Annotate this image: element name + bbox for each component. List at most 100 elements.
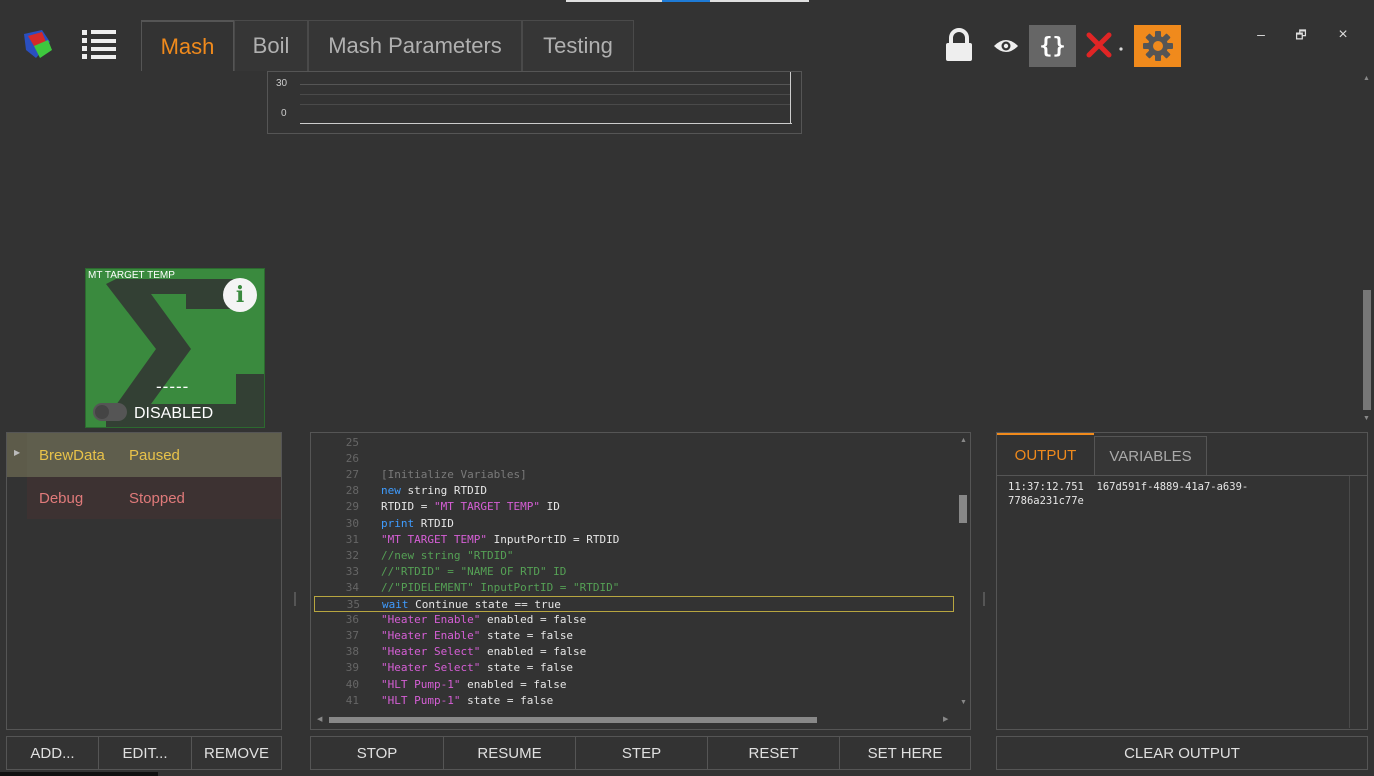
enable-toggle[interactable]	[93, 403, 127, 421]
mt-target-temp-block[interactable]: MT TARGET TEMP i ----- DISABLED	[85, 268, 265, 428]
code-token: "Heater Select"	[381, 661, 481, 675]
code-token: "MT TARGET TEMP"	[433, 500, 540, 514]
output-line: 11:37:12.751 167d591f-4889-41a7-a639-	[1008, 481, 1249, 493]
line-code: //"RTDID" = "NAME OF RTD" ID	[381, 564, 566, 580]
output-line: 7786a231c77e	[1008, 495, 1084, 507]
graph-right-axis	[790, 72, 791, 124]
line-number: 28	[345, 484, 359, 498]
line-number: 25	[345, 436, 359, 449]
app-logo-icon	[22, 28, 56, 62]
canvas-scrollbar[interactable]: ▲ ▼	[1360, 71, 1374, 429]
code-line[interactable]: 39 "Heater Select" state = false	[311, 660, 954, 676]
editor-hscrollbar-thumb[interactable]	[329, 717, 817, 723]
set-here-button[interactable]: SET HERE	[839, 736, 971, 770]
line-number: 34	[345, 580, 359, 594]
code-line[interactable]: 29 RTDID = "MT TARGET TEMP" ID	[311, 499, 954, 515]
editor-hscrollbar[interactable]: ◀ ▶	[311, 713, 956, 727]
clear-output-button[interactable]: CLEAR OUTPUT	[996, 736, 1368, 770]
code-line[interactable]: 26	[311, 451, 954, 467]
line-code: RTDID = "MT TARGET TEMP" ID	[381, 499, 560, 515]
menu-list-icon[interactable]	[82, 28, 116, 60]
window-minimize-button[interactable]: –	[1249, 26, 1273, 42]
temperature-graph: 30 0	[267, 71, 802, 134]
line-number: 40	[345, 677, 359, 691]
editor-vscrollbar[interactable]: ▲ ▼	[956, 433, 970, 711]
code-line[interactable]: 40 "HLT Pump-1" enabled = false	[311, 677, 954, 693]
lock-icon[interactable]	[944, 28, 974, 62]
add-button[interactable]: ADD...	[6, 736, 99, 770]
code-line[interactable]: 28 new string RTDID	[311, 483, 954, 499]
step-button[interactable]: STEP	[575, 736, 708, 770]
code-token: //"RTDID" = "NAME OF RTD" ID	[381, 564, 567, 578]
code-token: InputPortID = RTDID	[486, 532, 620, 546]
eye-icon[interactable]	[992, 36, 1020, 56]
window-restore-button[interactable]: 🗗	[1289, 26, 1313, 47]
tab-output[interactable]: OUTPUT	[997, 433, 1094, 475]
code-line[interactable]: 33 //"RTDID" = "NAME OF RTD" ID	[311, 564, 954, 580]
tab-testing[interactable]: Testing	[522, 20, 634, 71]
output-text-area[interactable]: 11:37:12.751 167d591f-4889-41a7-a639- 77…	[997, 475, 1367, 729]
tab-variables[interactable]: VARIABLES	[1094, 436, 1207, 475]
line-number: 35	[346, 598, 360, 611]
splitter-handle[interactable]	[294, 592, 296, 606]
session-state: Stopped	[129, 490, 185, 507]
tab-mash[interactable]: Mash	[141, 20, 234, 71]
line-code: "Heater Enable" enabled = false	[381, 612, 586, 628]
scroll-up-icon: ▲	[960, 437, 967, 444]
line-number: 29	[345, 500, 359, 514]
chevron-down-icon[interactable]	[1117, 40, 1125, 51]
line-code: [Initialize Variables]	[381, 467, 527, 483]
graph-y-tick: 30	[276, 78, 288, 89]
block-value: -----	[156, 377, 190, 396]
code-token: state = false	[480, 661, 574, 675]
graph-gridline	[300, 94, 790, 95]
remove-button[interactable]: REMOVE	[191, 736, 282, 770]
canvas-scrollbar-thumb[interactable]	[1363, 290, 1371, 410]
taskbar-fragment	[0, 772, 158, 776]
settings-button[interactable]	[1134, 25, 1181, 67]
info-icon[interactable]: i	[223, 278, 257, 312]
code-line[interactable]: 25	[311, 435, 954, 451]
code-line[interactable]: 30 print RTDID	[311, 516, 954, 532]
output-vscrollbar[interactable]	[1349, 476, 1350, 728]
tab-mash-parameters[interactable]: Mash Parameters	[308, 20, 522, 71]
line-number: 38	[345, 645, 359, 659]
script-braces-button[interactable]: {}	[1029, 25, 1076, 67]
window-close-button[interactable]: ×	[1331, 26, 1355, 44]
script-editor[interactable]: 25 26 27 [Initialize Variables] 28 new string…	[310, 432, 971, 730]
reset-button[interactable]: RESET	[707, 736, 840, 770]
code-token: RTDID =	[381, 500, 434, 514]
code-line[interactable]: 35 wait Continue state == true	[314, 596, 954, 612]
edit-button[interactable]: EDIT...	[98, 736, 192, 770]
session-row-brewdata[interactable]: ▶ BrewData Paused	[7, 433, 281, 477]
code-token: string RTDID	[400, 484, 487, 498]
code-line[interactable]: 37 "Heater Enable" state = false	[311, 628, 954, 644]
line-code: "Heater Enable" state = false	[381, 628, 573, 644]
scroll-up-icon: ▲	[1363, 75, 1370, 82]
graph-x-axis	[300, 123, 792, 124]
code-area[interactable]: 25 26 27 [Initialize Variables] 28 new string…	[311, 433, 956, 711]
code-line[interactable]: 41 "HLT Pump-1" state = false	[311, 693, 954, 709]
code-token: "HLT Pump-1"	[381, 677, 461, 691]
resume-button[interactable]: RESUME	[443, 736, 576, 770]
gear-icon	[1142, 31, 1173, 61]
tab-boil[interactable]: Boil	[234, 20, 308, 71]
block-status: DISABLED	[134, 405, 214, 422]
code-token: state = false	[460, 693, 554, 707]
code-line[interactable]: 34 //"PIDELEMENT" InputPortID = "RTDID"	[311, 580, 954, 596]
line-code: "Heater Select" state = false	[381, 660, 573, 676]
code-line[interactable]: 27 [Initialize Variables]	[311, 467, 954, 483]
code-line[interactable]: 31 "MT TARGET TEMP" InputPortID = RTDID	[311, 532, 954, 548]
stop-x-icon[interactable]	[1085, 31, 1113, 59]
code-line[interactable]: 38 "Heater Select" enabled = false	[311, 644, 954, 660]
code-token: new	[381, 484, 401, 498]
line-code: "Heater Select" enabled = false	[381, 644, 586, 660]
output-panel: OUTPUT VARIABLES 11:37:12.751 167d591f-4…	[996, 432, 1368, 730]
session-row-debug[interactable]: Debug Stopped	[27, 477, 281, 519]
code-line[interactable]: 36 "Heater Enable" enabled = false	[311, 612, 954, 628]
splitter-handle[interactable]	[983, 592, 985, 606]
editor-vscrollbar-thumb[interactable]	[959, 495, 967, 523]
stop-button[interactable]: STOP	[310, 736, 444, 770]
graph-gridline	[300, 84, 790, 85]
code-line[interactable]: 32 //new string "RTDID"	[311, 548, 954, 564]
